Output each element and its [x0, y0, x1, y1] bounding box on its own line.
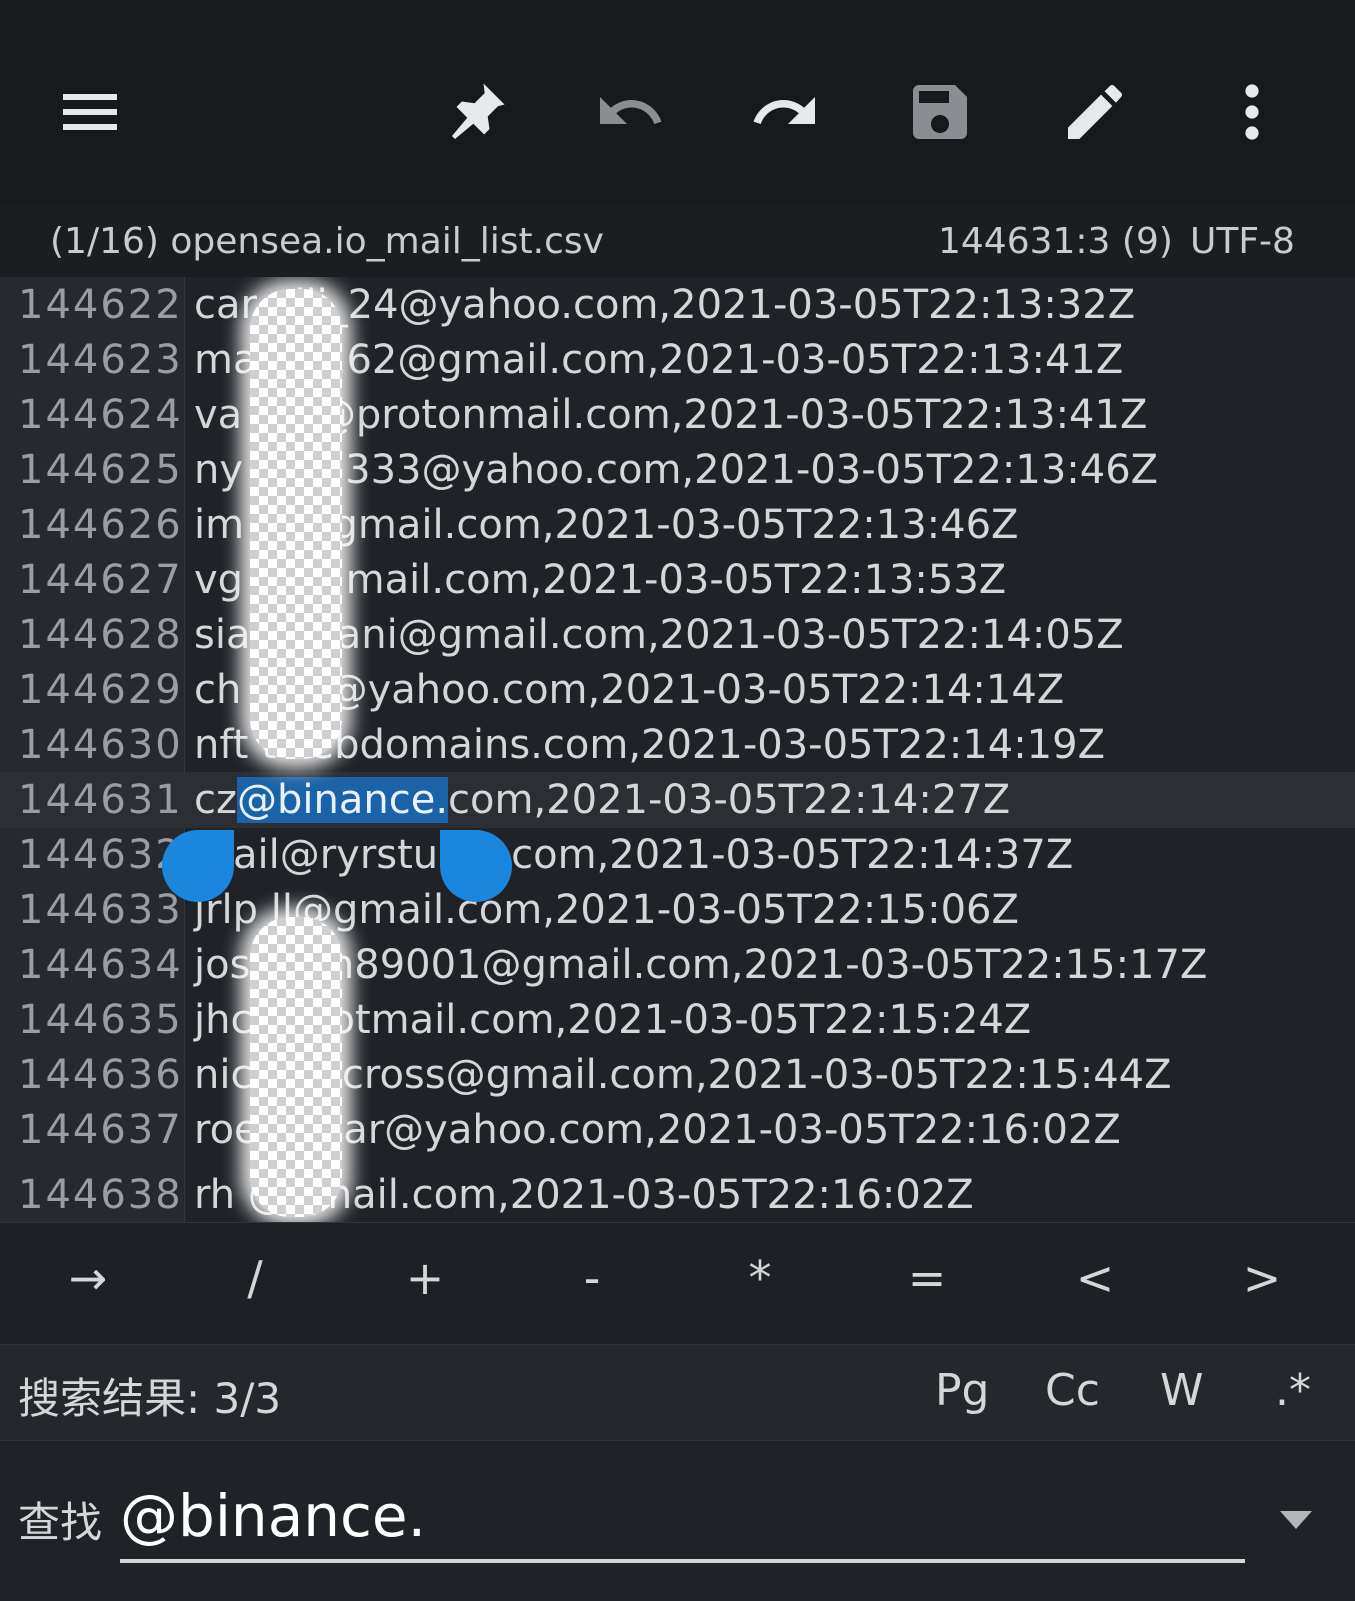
- line-number: 144625: [18, 447, 183, 493]
- line-number: 144623: [18, 337, 183, 383]
- line-number: 144633: [18, 887, 183, 933]
- editor-line[interactable]: 144628 sia davani@gmail.com,2021-03-05T2…: [0, 607, 1355, 663]
- redaction-mask: [250, 917, 342, 1217]
- editor-line[interactable]: 144624 va ost@protonmail.com,2021-03-05T…: [0, 387, 1355, 443]
- status-bar: (1/16) opensea.io_mail_list.csv 144631:3…: [0, 205, 1355, 277]
- symbol-bar: → / + - * = < >: [0, 1222, 1355, 1345]
- undo-icon[interactable]: [590, 72, 670, 152]
- text-editor[interactable]: 144622 car elli_24@yahoo.com,2021-03-05T…: [0, 277, 1355, 1222]
- editor-line[interactable]: 144636 nic airncross@gmail.com,2021-03-0…: [0, 1047, 1355, 1103]
- editor-line[interactable]: 144627 vg a@gmail.com,2021-03-05T22:13:5…: [0, 552, 1355, 608]
- search-result-count: 搜索结果: 3/3: [18, 1374, 282, 1423]
- editor-line[interactable]: 144637 roe achar@yahoo.com,2021-03-05T22…: [0, 1102, 1355, 1158]
- line-text[interactable]: mail@ryrstudio.com,2021-03-05T22:14:37Z: [194, 827, 1073, 883]
- line-number: 144622: [18, 282, 183, 328]
- line-text-post: com,2021-03-05T22:14:27Z: [448, 777, 1011, 823]
- editor-line[interactable]: 144625 ny fan3333@yahoo.com,2021-03-05T2…: [0, 442, 1355, 498]
- file-tab-label[interactable]: (1/16) opensea.io_mail_list.csv: [50, 221, 604, 262]
- symbol-key-greater-than[interactable]: >: [1202, 1251, 1322, 1305]
- line-number: 144631: [18, 777, 183, 823]
- option-in-page[interactable]: Pg: [935, 1365, 989, 1416]
- menu-icon[interactable]: [50, 72, 130, 152]
- line-number: 144636: [18, 1052, 183, 1098]
- option-whole-word[interactable]: W: [1160, 1365, 1204, 1416]
- toolbar: [0, 0, 1355, 205]
- find-label: 查找: [18, 1498, 103, 1547]
- editor-line[interactable]: 144635 jhc @hotmail.com,2021-03-05T22:15…: [0, 992, 1355, 1048]
- line-number: 144635: [18, 997, 183, 1043]
- line-number: 144630: [18, 722, 183, 768]
- line-number: 144637: [18, 1107, 183, 1153]
- line-text-pre: cz: [194, 777, 237, 823]
- line-number: 144628: [18, 612, 183, 658]
- line-number: 144634: [18, 942, 183, 988]
- save-icon[interactable]: [900, 72, 980, 152]
- symbol-key-equals[interactable]: =: [867, 1251, 987, 1305]
- symbol-key-asterisk[interactable]: *: [700, 1251, 820, 1305]
- editor-line[interactable]: 144622 car elli_24@yahoo.com,2021-03-05T…: [0, 277, 1355, 333]
- symbol-key-minus[interactable]: -: [532, 1251, 652, 1305]
- search-options-bar: 搜索结果: 3/3 Pg Cc W .*: [0, 1344, 1355, 1441]
- line-number: 144632: [18, 832, 183, 878]
- edit-icon[interactable]: [1055, 72, 1135, 152]
- find-input[interactable]: [120, 1473, 1245, 1563]
- option-regex[interactable]: .*: [1275, 1365, 1311, 1416]
- selection-handle-end[interactable]: [440, 830, 512, 902]
- line-number: 144626: [18, 502, 183, 548]
- line-number: 144624: [18, 392, 183, 438]
- line-text[interactable]: jos mith89001@gmail.com,2021-03-05T22:15…: [194, 937, 1207, 993]
- symbol-key-less-than[interactable]: <: [1035, 1251, 1155, 1305]
- text-selection[interactable]: @binance.: [237, 777, 449, 823]
- editor-line[interactable]: 144630 nft twebdomains.com,2021-03-05T22…: [0, 717, 1355, 773]
- encoding-label[interactable]: UTF-8: [1190, 221, 1295, 262]
- find-bar: 查找: [0, 1440, 1355, 1601]
- pin-icon[interactable]: [436, 72, 516, 152]
- editor-line[interactable]: 144634 jos mith89001@gmail.com,2021-03-0…: [0, 937, 1355, 993]
- line-number: 144629: [18, 667, 183, 713]
- symbol-key-slash[interactable]: /: [195, 1251, 315, 1305]
- symbol-key-plus[interactable]: +: [365, 1251, 485, 1305]
- redaction-mask: [250, 289, 342, 759]
- symbol-key-tab[interactable]: →: [28, 1251, 148, 1305]
- redo-icon[interactable]: [745, 72, 825, 152]
- editor-line[interactable]: 144626 im le@gmail.com,2021-03-05T22:13:…: [0, 497, 1355, 553]
- editor-line-current[interactable]: 144631 cz@binance.com,2021-03-05T22:14:2…: [0, 772, 1355, 828]
- cursor-position: 144631:3 (9): [938, 221, 1173, 262]
- editor-line[interactable]: 144629 ch yan@yahoo.com,2021-03-05T22:14…: [0, 662, 1355, 718]
- more-vert-icon[interactable]: [1212, 72, 1292, 152]
- option-match-case[interactable]: Cc: [1045, 1365, 1100, 1416]
- editor-line[interactable]: 144623 ma n6262@gmail.com,2021-03-05T22:…: [0, 332, 1355, 388]
- line-number: 144638: [18, 1172, 183, 1218]
- editor-line[interactable]: 144638 rh @gmail.com,2021-03-05T22:16:02…: [0, 1167, 1355, 1222]
- line-text[interactable]: cz@binance.com,2021-03-05T22:14:27Z: [194, 772, 1010, 828]
- dropdown-arrow-icon[interactable]: [1278, 1507, 1314, 1531]
- line-number: 144627: [18, 557, 183, 603]
- selection-handle-start[interactable]: [162, 830, 234, 902]
